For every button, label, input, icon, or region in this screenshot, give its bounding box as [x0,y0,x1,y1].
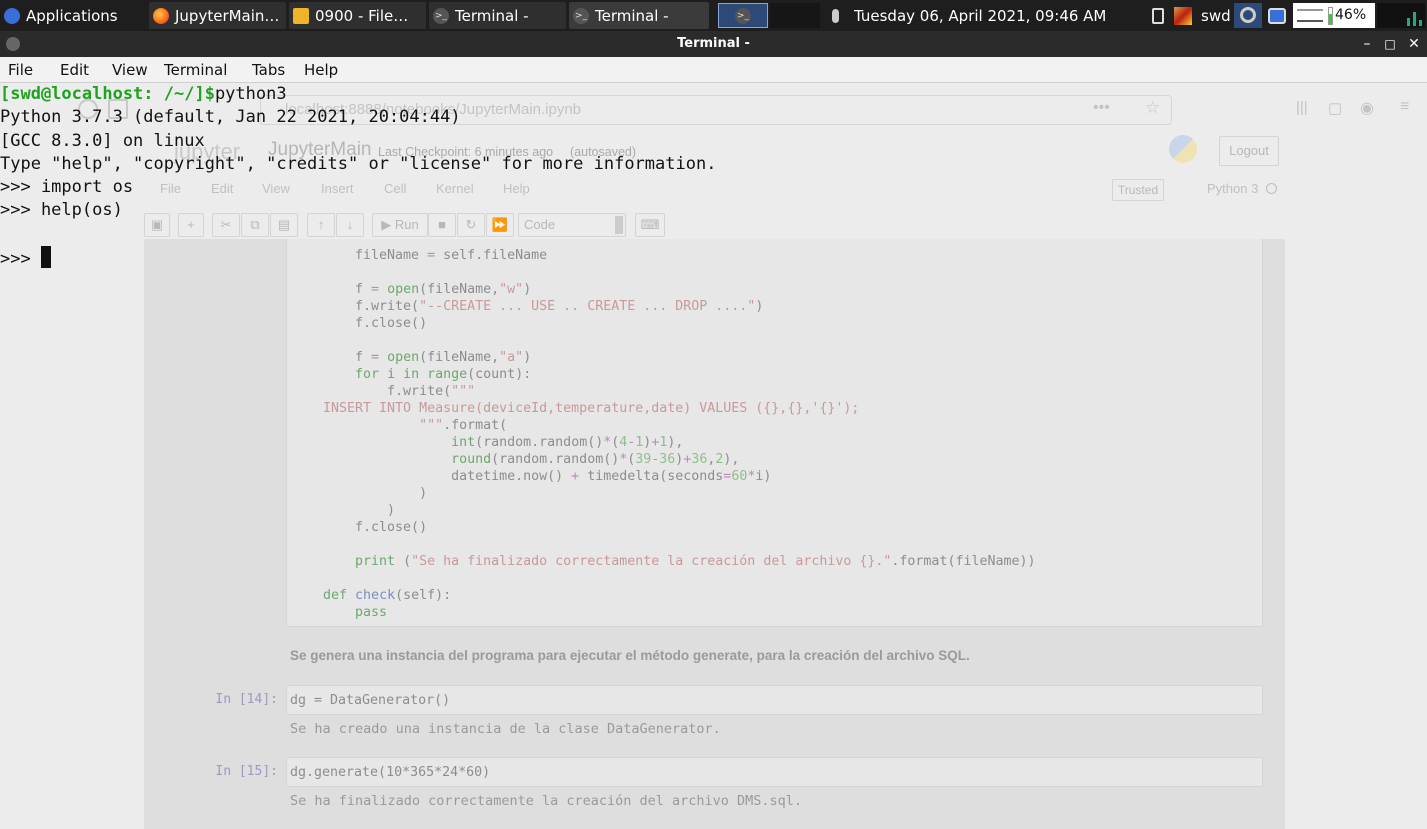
menu-help[interactable]: Help [304,61,338,79]
task-label: Terminal - [595,6,669,25]
microphone-icon[interactable] [828,0,842,31]
menu-edit[interactable]: Edit [60,61,89,79]
terminal-icon: >_ [735,8,751,24]
terminal-line: [swd@localhost: /~/]$python3 [0,83,1427,106]
task-label: Terminal - [455,6,529,25]
applications-label: Applications [26,6,118,25]
code-cell-generate: dg.generate(10*365*24*60) [286,757,1263,787]
cell-code: dg.generate(10*365*24*60) [290,765,491,780]
menu-tabs[interactable]: Tabs [252,61,285,79]
code-block: fileName = self.fileName f = open(fileNa… [323,248,1036,620]
settings-icon[interactable] [1234,3,1262,28]
cell-prompt: In [14]: [215,692,278,707]
firefox-icon [153,7,169,24]
applications-menu[interactable]: Applications [4,0,118,31]
menu-terminal[interactable]: Terminal [164,61,227,79]
cell-output: Se ha finalizado correctamente la creaci… [290,793,803,809]
code-cell-instance: dg = DataGenerator() [286,685,1263,715]
close-button[interactable]: ✕ [1405,34,1423,54]
workspace-2[interactable] [770,3,820,28]
terminal-line: >>> help(os) [0,200,123,221]
cpu-graph-icon [1377,3,1425,28]
menu-bar: File Edit View Terminal Tabs Help [0,57,1427,83]
task-file-manager[interactable]: 0900 - File… [289,2,426,29]
battery-icon [1328,7,1333,25]
cell-prompt: In [15]: [215,764,278,779]
xfce-mouse-icon [4,7,20,24]
terminal-line: [GCC 8.3.0] on linux [0,130,205,151]
terminal-line: Type "help", "copyright", "credits" or "… [0,153,717,174]
terminal-icon: >_ [573,7,589,24]
book-icon[interactable] [1293,3,1327,28]
markdown-cell: Se genera una instancia del programa par… [290,648,970,663]
clipboard-icon[interactable] [1152,0,1166,31]
task-terminal-1[interactable]: >_ Terminal - [429,2,566,29]
text-cursor [40,246,51,269]
maximize-button[interactable]: □ [1381,34,1399,54]
battery-percent: 46% [1335,7,1367,23]
terminal-output: [swd@localhost: /~/]$python3 Python 3.7.… [0,83,1427,269]
menu-view[interactable]: View [112,61,148,79]
task-label: 0900 - File… [315,6,409,25]
task-jupyter[interactable]: JupyterMain… [149,2,286,29]
terminal-line: >>> import os [0,177,134,198]
terminal-line: Python 3.7.3 (default, Jan 22 2021, 20:0… [0,107,461,128]
cell-output: Se ha creado una instancia de la clase D… [290,721,721,737]
user-name[interactable]: swd [1201,0,1231,31]
task-terminal-2[interactable]: >_ Terminal - [569,2,709,29]
window-title: Terminal - [677,36,750,51]
python-prompt: >>> [0,249,41,270]
task-label: JupyterMain… [175,6,280,25]
cell-code: dg = DataGenerator() [290,693,451,708]
minimize-button[interactable]: – [1358,34,1376,54]
battery-indicator[interactable]: 46% [1327,3,1375,28]
menu-file[interactable]: File [8,61,33,79]
terminal-icon: >_ [433,7,449,24]
app-tray-icon[interactable] [1174,0,1194,31]
window-titlebar[interactable]: Terminal - – □ ✕ [0,31,1427,57]
folder-icon [293,7,309,24]
clock[interactable]: Tuesday 06, April 2021, 09:46 AM [854,0,1106,31]
top-panel: Applications JupyterMain… 0900 - File… >… [0,0,1427,31]
display-icon[interactable] [1268,0,1288,31]
terminal-input-line[interactable]: >>> [0,246,1427,269]
terminal-area[interactable]: localhost:8888/notebooks/JupyterMain.ipy… [0,83,1427,829]
workspace-1[interactable]: >_ [718,3,768,28]
shell-command: python3 [214,84,287,104]
shell-prompt: [swd@localhost: /~/]$ [0,84,215,104]
code-cell-class-definition: fileName = self.fileName f = open(fileNa… [286,239,1263,627]
